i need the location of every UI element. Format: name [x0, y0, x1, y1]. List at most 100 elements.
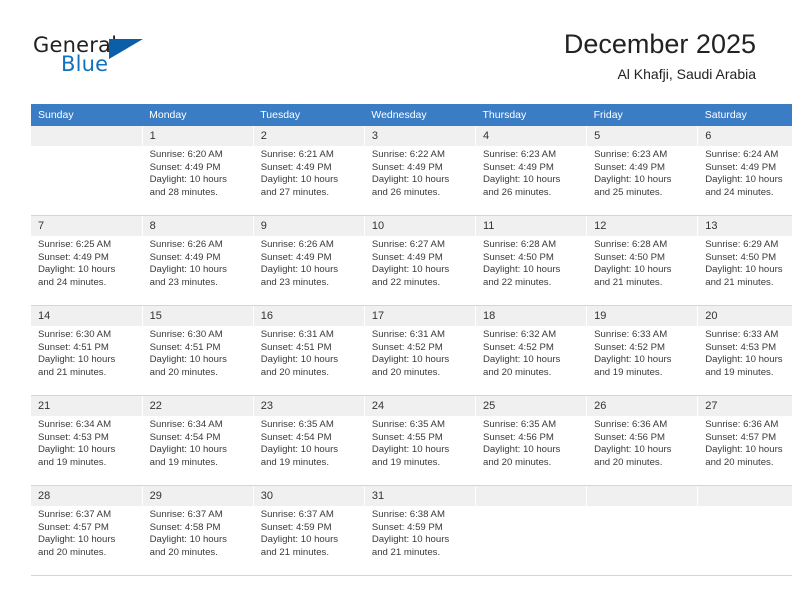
daylight-text-line2: and 22 minutes.: [483, 276, 552, 288]
day-number: 18: [476, 306, 587, 326]
sunset-text: Sunset: 4:52 PM: [594, 341, 666, 353]
day-number: 24: [364, 396, 475, 416]
day-info: Sunrise: 6:27 AM Sunset: 4:49 PM Daylight:…: [365, 236, 475, 289]
calendar-day-cell[interactable]: 7 Sunrise: 6:25 AM Sunset: 4:49 PM Daylight…: [31, 215, 143, 306]
calendar-day-cell[interactable]: 6 Sunrise: 6:24 AM Sunset: 4:49 PM Daylight…: [697, 126, 792, 216]
daylight-text-line2: and 22 minutes.: [371, 276, 441, 288]
daylight-text-line1: Daylight: 10 hours: [149, 264, 227, 276]
sunrise-text: Sunrise: 6:20 AM: [149, 149, 223, 160]
daylight-text-line1: Daylight: 10 hours: [149, 174, 227, 186]
sunrise-text: Sunrise: 6:38 AM: [371, 509, 445, 520]
daylight-text-line2: and 20 minutes.: [705, 456, 774, 468]
calendar-day-cell[interactable]: 3 Sunrise: 6:22 AM Sunset: 4:49 PM Daylight…: [364, 126, 477, 216]
calendar-week-row: 1 Sunrise: 6:20 AM Sunset: 4:49 PM Daylight…: [31, 126, 792, 216]
day-number: 22: [142, 396, 253, 416]
calendar-day-cell[interactable]: 18 Sunrise: 6:32 AM Sunset: 4:52 PM Dayligh…: [475, 305, 588, 396]
weekday-header-tuesday: Tuesday: [253, 104, 365, 126]
calendar-day-cell[interactable]: 16 Sunrise: 6:31 AM Sunset: 4:51 PM Dayligh…: [253, 305, 365, 396]
calendar-day-cell[interactable]: 10 Sunrise: 6:27 AM Sunset: 4:49 PM Dayligh…: [364, 215, 477, 306]
day-info: Sunrise: 6:35 AM Sunset: 4:56 PM Daylight:…: [476, 416, 586, 469]
calendar-day-cell[interactable]: 21 Sunrise: 6:34 AM Sunset: 4:53 PM Dayligh…: [31, 395, 143, 486]
calendar-day-cell-empty: [697, 485, 792, 576]
calendar-day-cell[interactable]: 15 Sunrise: 6:30 AM Sunset: 4:51 PM Dayligh…: [142, 305, 254, 396]
day-info: Sunrise: 6:37 AM Sunset: 4:59 PM Daylight:…: [254, 506, 364, 559]
sunset-text: Sunset: 4:52 PM: [371, 341, 443, 353]
daylight-text-line2: and 20 minutes.: [594, 456, 663, 468]
calendar-day-cell[interactable]: 28 Sunrise: 6:37 AM Sunset: 4:57 PM Dayligh…: [31, 485, 143, 576]
calendar-day-cell[interactable]: 24 Sunrise: 6:35 AM Sunset: 4:55 PM Dayligh…: [364, 395, 477, 486]
day-info: Sunrise: 6:35 AM Sunset: 4:54 PM Daylight:…: [254, 416, 364, 469]
sunset-text: Sunset: 4:53 PM: [38, 431, 109, 443]
day-number: 21: [31, 396, 142, 416]
daylight-text-line1: Daylight: 10 hours: [38, 264, 116, 276]
daylight-text-line2: and 20 minutes.: [38, 546, 107, 558]
daylight-text-line1: Daylight: 10 hours: [149, 354, 227, 366]
calendar-day-cell[interactable]: 22 Sunrise: 6:34 AM Sunset: 4:54 PM Dayligh…: [142, 395, 254, 486]
daylight-text-line1: Daylight: 10 hours: [594, 174, 672, 186]
sunrise-text: Sunrise: 6:35 AM: [371, 419, 445, 430]
daylight-text-line2: and 19 minutes.: [260, 456, 330, 468]
calendar-day-cell[interactable]: 17 Sunrise: 6:31 AM Sunset: 4:52 PM Dayligh…: [364, 305, 477, 396]
calendar-day-cell[interactable]: 13 Sunrise: 6:29 AM Sunset: 4:50 PM Dayligh…: [697, 215, 792, 306]
day-number: 15: [142, 306, 253, 326]
daylight-text-line1: Daylight: 10 hours: [38, 444, 116, 456]
day-info: Sunrise: 6:22 AM Sunset: 4:49 PM Daylight:…: [365, 146, 475, 199]
day-info: Sunrise: 6:37 AM Sunset: 4:58 PM Daylight:…: [143, 506, 253, 559]
sunrise-text: Sunrise: 6:28 AM: [483, 239, 557, 250]
sunrise-text: Sunrise: 6:34 AM: [38, 419, 112, 430]
daylight-text-line1: Daylight: 10 hours: [371, 534, 450, 546]
daylight-text-line2: and 27 minutes.: [260, 186, 330, 198]
sunset-text: Sunset: 4:49 PM: [371, 251, 443, 263]
day-number: 3: [364, 126, 475, 146]
calendar-day-cell[interactable]: 26 Sunrise: 6:36 AM Sunset: 4:56 PM Dayligh…: [586, 395, 699, 486]
calendar-day-cell[interactable]: 23 Sunrise: 6:35 AM Sunset: 4:54 PM Dayligh…: [253, 395, 365, 486]
day-info: Sunrise: 6:29 AM Sunset: 4:50 PM Daylight:…: [698, 236, 792, 289]
calendar-table: Sunday Monday Tuesday Wednesday Thursday…: [31, 104, 792, 576]
calendar-day-cell[interactable]: 9 Sunrise: 6:26 AM Sunset: 4:49 PM Daylight…: [253, 215, 365, 306]
calendar-day-cell[interactable]: 14 Sunrise: 6:30 AM Sunset: 4:51 PM Dayligh…: [31, 305, 143, 396]
calendar-day-cell[interactable]: 19 Sunrise: 6:33 AM Sunset: 4:52 PM Dayligh…: [586, 305, 699, 396]
sunset-text: Sunset: 4:53 PM: [705, 341, 777, 353]
daylight-text-line1: Daylight: 10 hours: [38, 534, 116, 546]
calendar-day-cell[interactable]: 20 Sunrise: 6:33 AM Sunset: 4:53 PM Dayligh…: [697, 305, 792, 396]
daylight-text-line2: and 21 minutes.: [371, 546, 441, 558]
daylight-text-line2: and 21 minutes.: [38, 366, 107, 378]
day-info: Sunrise: 6:36 AM Sunset: 4:57 PM Daylight:…: [698, 416, 792, 469]
calendar-day-cell[interactable]: 5 Sunrise: 6:23 AM Sunset: 4:49 PM Daylight…: [586, 126, 699, 216]
sunset-text: Sunset: 4:54 PM: [149, 431, 221, 443]
day-number: 23: [253, 396, 364, 416]
sunset-text: Sunset: 4:57 PM: [705, 431, 777, 443]
sunset-text: Sunset: 4:49 PM: [38, 251, 109, 263]
calendar-day-cell[interactable]: 25 Sunrise: 6:35 AM Sunset: 4:56 PM Dayligh…: [475, 395, 588, 486]
sunrise-text: Sunrise: 6:29 AM: [705, 239, 779, 250]
daylight-text-line2: and 26 minutes.: [371, 186, 441, 198]
day-info: Sunrise: 6:23 AM Sunset: 4:49 PM Daylight:…: [587, 146, 697, 199]
day-number: 11: [476, 216, 587, 236]
sunset-text: Sunset: 4:51 PM: [38, 341, 109, 353]
day-number: [31, 126, 142, 146]
day-number: [587, 486, 698, 506]
day-number: 14: [31, 306, 142, 326]
calendar-day-cell[interactable]: 4 Sunrise: 6:23 AM Sunset: 4:49 PM Daylight…: [475, 126, 588, 216]
daylight-text-line2: and 21 minutes.: [705, 276, 774, 288]
calendar-day-cell[interactable]: 29 Sunrise: 6:37 AM Sunset: 4:58 PM Dayligh…: [142, 485, 254, 576]
day-info: Sunrise: 6:26 AM Sunset: 4:49 PM Daylight:…: [254, 236, 364, 289]
brand-logo[interactable]: General Blue: [33, 33, 213, 83]
calendar-day-cell[interactable]: 2 Sunrise: 6:21 AM Sunset: 4:49 PM Daylight…: [253, 126, 365, 216]
daylight-text-line2: and 19 minutes.: [371, 456, 441, 468]
title-block: December 2025 Al Khafji, Saudi Arabia: [564, 28, 756, 83]
calendar-day-cell[interactable]: 8 Sunrise: 6:26 AM Sunset: 4:49 PM Daylight…: [142, 215, 254, 306]
calendar-day-cell[interactable]: 27 Sunrise: 6:36 AM Sunset: 4:57 PM Dayligh…: [697, 395, 792, 486]
sunset-text: Sunset: 4:56 PM: [483, 431, 554, 443]
calendar-day-cell[interactable]: 31 Sunrise: 6:38 AM Sunset: 4:59 PM Dayligh…: [364, 485, 477, 576]
calendar-day-cell[interactable]: 12 Sunrise: 6:28 AM Sunset: 4:50 PM Dayligh…: [586, 215, 699, 306]
sunrise-text: Sunrise: 6:33 AM: [594, 329, 668, 340]
calendar-day-cell[interactable]: 1 Sunrise: 6:20 AM Sunset: 4:49 PM Daylight…: [142, 126, 254, 216]
daylight-text-line2: and 20 minutes.: [483, 456, 552, 468]
sunset-text: Sunset: 4:52 PM: [483, 341, 554, 353]
calendar-day-cell[interactable]: 11 Sunrise: 6:28 AM Sunset: 4:50 PM Dayligh…: [475, 215, 588, 306]
day-number: [476, 486, 587, 506]
day-info: Sunrise: 6:33 AM Sunset: 4:52 PM Daylight:…: [587, 326, 697, 379]
calendar-day-cell[interactable]: 30 Sunrise: 6:37 AM Sunset: 4:59 PM Dayligh…: [253, 485, 365, 576]
sunrise-text: Sunrise: 6:26 AM: [149, 239, 223, 250]
